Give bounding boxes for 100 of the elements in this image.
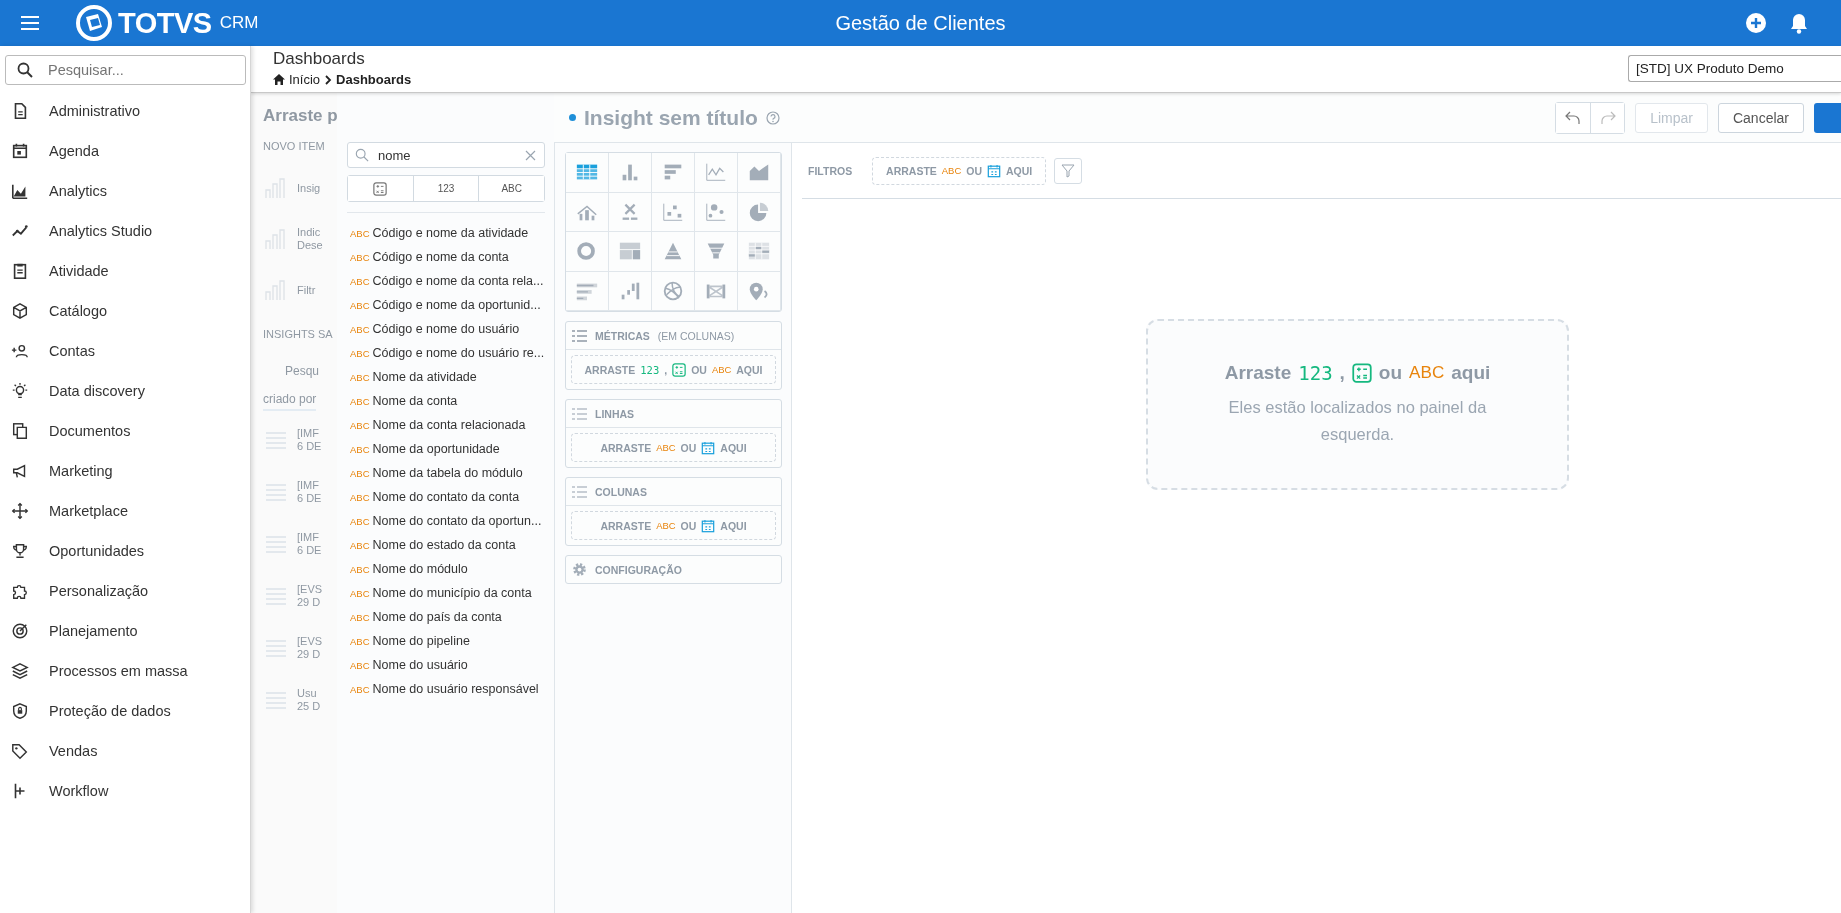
filter-button[interactable]: ABC <box>479 176 544 201</box>
field-item[interactable]: Código e nome da conta <box>372 250 509 264</box>
filter-button[interactable] <box>348 176 414 201</box>
bucket-title: MÉTRICAS <box>595 329 650 342</box>
chart-type-button[interactable] <box>609 153 652 193</box>
field-item[interactable]: Nome da oportunidade <box>372 442 500 456</box>
field-item[interactable]: Código e nome da conta rela... <box>372 274 544 288</box>
chart-type-button[interactable] <box>738 232 781 272</box>
attribute-tag: ABC <box>350 371 370 383</box>
field-item[interactable]: Nome da conta <box>372 394 458 408</box>
chart-type-button[interactable] <box>695 271 738 311</box>
field-item[interactable]: Código e nome do usuário <box>372 322 520 336</box>
field-item[interactable]: Nome do contato da oportun... <box>372 514 542 528</box>
field-item[interactable]: Nome do usuário responsável <box>372 682 539 696</box>
menu-item[interactable]: Contas <box>49 343 95 359</box>
drop-text: AQUI <box>1005 164 1033 177</box>
menu-item[interactable]: Proteção de dados <box>49 703 171 719</box>
help-icon[interactable] <box>765 110 780 125</box>
primary-button[interactable] <box>1814 102 1841 133</box>
filter-button[interactable]: 123 <box>413 176 480 201</box>
field-item[interactable]: Código e nome do usuário re... <box>372 346 545 360</box>
menu-item[interactable]: Catálogo <box>49 303 108 319</box>
chart-type-button[interactable] <box>695 153 738 193</box>
documents-icon <box>11 422 29 440</box>
chart-type-button[interactable] <box>566 153 609 193</box>
menu-item[interactable]: Agenda <box>49 143 99 159</box>
menu-item[interactable]: Analytics <box>49 183 108 199</box>
chart-type-button[interactable] <box>566 232 609 272</box>
drop-text: AQUI <box>736 363 763 376</box>
field-item[interactable]: Nome do pipeline <box>372 634 470 648</box>
drop-text: ARRASTE <box>886 164 937 177</box>
calculator-icon <box>672 362 687 377</box>
logo-suffix: CRM <box>219 13 259 33</box>
field-item[interactable]: Nome do usuário <box>372 658 468 672</box>
chart-type-button[interactable] <box>609 232 652 272</box>
field-item[interactable]: Código e nome da oportunid... <box>372 298 541 312</box>
chart-type-button[interactable] <box>738 153 781 193</box>
search-field[interactable]: nome <box>347 142 545 168</box>
search-field[interactable]: Pesquisar... <box>5 55 246 85</box>
menu-item[interactable]: Analytics Studio <box>49 223 153 239</box>
field-item[interactable]: Nome da tabela do módulo <box>372 466 523 480</box>
field-item[interactable]: Nome do contato da conta <box>372 490 520 504</box>
field-item[interactable]: Nome da atividade <box>372 370 477 384</box>
menu-item[interactable]: Workflow <box>49 783 109 799</box>
chart-type-button[interactable] <box>695 232 738 272</box>
menu-item[interactable]: Data discovery <box>49 383 145 399</box>
field-item[interactable]: Nome do município da conta <box>372 586 532 600</box>
field-item[interactable]: Nome do país da conta <box>372 610 502 624</box>
chart-type-button[interactable] <box>652 271 695 311</box>
menu-item[interactable]: Atividade <box>49 263 109 279</box>
field-item[interactable]: Nome do módulo <box>372 562 468 576</box>
chart-type-button[interactable] <box>566 192 609 232</box>
filter-button[interactable] <box>1054 157 1083 184</box>
menu-item[interactable]: Marketing <box>49 463 113 479</box>
close-icon[interactable] <box>525 149 536 161</box>
menu-item[interactable]: Vendas <box>49 743 98 759</box>
plus-icon[interactable] <box>1745 12 1767 34</box>
workspace-dropdown[interactable]: [STD] UX Produto Demo <box>1628 55 1841 82</box>
people-icon <box>11 342 29 360</box>
bell-icon[interactable] <box>1789 12 1809 34</box>
toolbar-button[interactable]: Cancelar <box>1717 102 1804 133</box>
menu-item[interactable]: Administrativo <box>49 103 141 119</box>
drop-text: ARRASTE <box>600 441 652 454</box>
menu-item[interactable]: Processos em massa <box>49 663 188 679</box>
menu-item[interactable]: Personalização <box>49 583 149 599</box>
bucket-title: COLUNAS <box>595 485 647 498</box>
field-item[interactable]: Nome do estado da conta <box>372 538 516 552</box>
insight-label: [IMF <box>297 479 320 492</box>
menu-item[interactable]: Planejamento <box>49 623 138 639</box>
chart-type-button[interactable] <box>695 192 738 232</box>
field-item[interactable]: Nome da conta relacionada <box>372 418 526 432</box>
breadcrumb-link[interactable]: Início <box>289 72 321 87</box>
bucket-title: LINHAS <box>595 407 635 420</box>
redo-button[interactable] <box>1590 102 1625 133</box>
logo-icon <box>76 5 112 41</box>
redo-icon <box>1599 110 1616 125</box>
bucket-title: CONFIGURAÇÃO <box>595 563 682 576</box>
field-item[interactable]: Código e nome da atividade <box>372 226 529 240</box>
menu-item[interactable]: Oportunidades <box>49 543 145 559</box>
breadcrumb-link[interactable]: Dashboards <box>336 72 412 87</box>
attribute-tag: ABC <box>350 251 370 263</box>
section-label: INSIGHTS SA <box>263 328 333 340</box>
chart-type-button[interactable] <box>652 153 695 193</box>
chart-type-button[interactable] <box>609 192 652 232</box>
hint-text: Eles estão localizados no painel da esquerda. <box>1227 396 1488 445</box>
cube-icon <box>11 302 29 320</box>
chart-type-button[interactable] <box>652 232 695 272</box>
attribute-tag: ABC <box>350 299 370 311</box>
menu-item[interactable]: Marketplace <box>49 503 128 519</box>
chart-type-button[interactable] <box>738 271 781 311</box>
chart-type-button[interactable] <box>609 271 652 311</box>
chart-type-button[interactable] <box>652 192 695 232</box>
attribute-tag: ABC <box>941 165 962 176</box>
chart-type-button[interactable] <box>566 271 609 311</box>
metric-tag: 123 <box>640 363 660 376</box>
metric-tag: 123 <box>1298 361 1333 384</box>
chart-type-button[interactable] <box>738 192 781 232</box>
puzzle-icon <box>11 582 29 600</box>
menu-item[interactable]: Documentos <box>49 423 131 439</box>
attribute-tag: ABC <box>350 443 370 455</box>
